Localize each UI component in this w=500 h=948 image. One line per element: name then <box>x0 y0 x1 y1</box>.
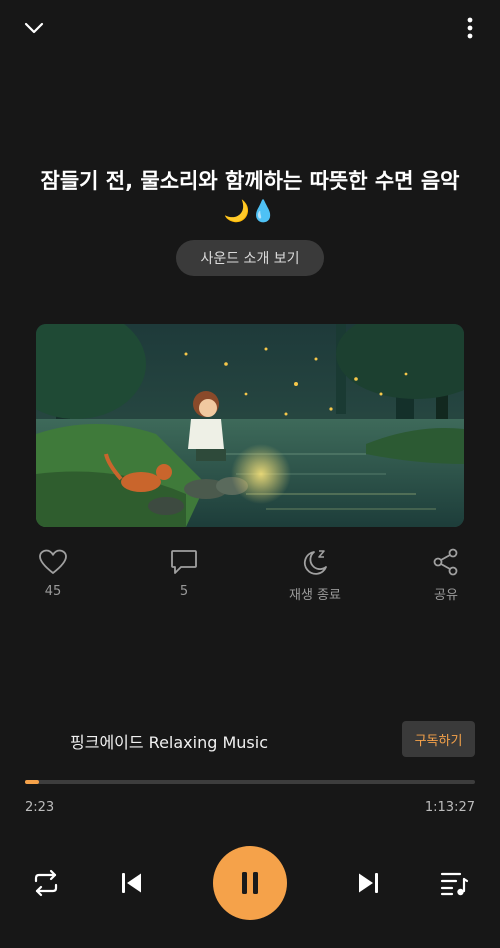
subscribe-button[interactable]: 구독하기 <box>402 721 475 757</box>
comment-button[interactable]: 5 <box>144 548 224 599</box>
pause-icon <box>242 872 258 894</box>
top-bar <box>0 0 500 56</box>
comment-count: 5 <box>179 584 189 599</box>
sleep-timer-button[interactable]: 재생 종료 <box>275 548 355 603</box>
pause-button[interactable] <box>213 846 287 920</box>
share-icon <box>433 548 458 576</box>
action-row: 45 5 재생 종료 공유 <box>0 548 500 612</box>
playlist-button[interactable] <box>434 866 474 900</box>
like-count: 45 <box>44 584 62 599</box>
collapse-button[interactable] <box>18 14 50 42</box>
track-title: 잠들기 전, 물소리와 함께하는 따뜻한 수면 음악 🌙💧 <box>40 169 460 223</box>
chevron-down-icon <box>24 22 44 34</box>
repeat-icon <box>34 869 58 897</box>
total-time: 1:13:27 <box>424 800 475 815</box>
artwork-image <box>36 324 464 527</box>
comment-icon <box>171 550 197 574</box>
channel-name[interactable]: 핑크에이드 Relaxing Music <box>70 729 268 753</box>
next-button[interactable] <box>348 866 388 900</box>
track-artwork <box>36 324 464 527</box>
sleep-timer-icon <box>303 550 327 575</box>
channel-row: 핑크에이드 Relaxing Music 구독하기 <box>0 721 500 757</box>
skip-previous-icon <box>122 873 141 893</box>
heart-icon <box>39 549 67 574</box>
share-button[interactable]: 공유 <box>406 548 486 603</box>
more-options-button[interactable] <box>460 14 480 42</box>
progress-slider[interactable] <box>25 780 475 784</box>
sound-intro-button[interactable]: 사운드 소개 보기 <box>176 240 324 276</box>
playback-controls <box>0 846 500 920</box>
more-vertical-icon <box>467 17 473 39</box>
current-time: 2:23 <box>25 800 55 815</box>
share-label: 공유 <box>434 588 458 603</box>
like-button[interactable]: 45 <box>13 548 93 599</box>
progress-fill <box>25 780 40 784</box>
sleep-timer-label: 재생 종료 <box>289 588 341 603</box>
previous-button[interactable] <box>112 866 152 900</box>
repeat-button[interactable] <box>26 866 66 900</box>
skip-next-icon <box>359 873 378 893</box>
playlist-icon <box>440 872 469 896</box>
